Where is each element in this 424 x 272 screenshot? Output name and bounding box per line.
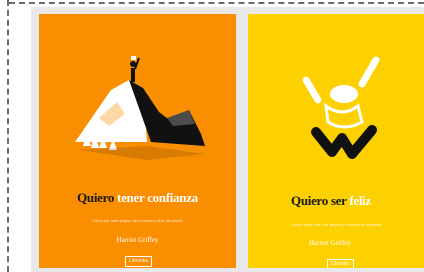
book-subtitle: Claves para vivir con alegría y construi… <box>290 222 382 227</box>
publisher-badge: Librooks <box>125 256 152 267</box>
book-cover-quiero-ser-feliz[interactable]: Quiero ser feliz Claves para vivir con a… <box>248 14 424 268</box>
book-title: Quiero tener confianza <box>77 190 198 205</box>
book-title: Quiero ser feliz <box>291 193 371 208</box>
publisher-badge: Librooks <box>327 259 354 268</box>
book-cover-quiero-tener-confianza[interactable]: Quiero tener confianza Cómo ser más segu… <box>39 14 236 268</box>
frame-border-left <box>7 0 9 272</box>
jumping-person-icon <box>302 56 380 159</box>
book-author: Harriet Griffey <box>116 236 159 244</box>
book-subtitle: Cómo ser más seguro de ti mismo y vivir … <box>92 218 183 223</box>
book-author: Harriet Griffey <box>308 239 352 247</box>
frame-border-top <box>9 2 424 4</box>
mountain-summit-icon <box>75 56 205 160</box>
